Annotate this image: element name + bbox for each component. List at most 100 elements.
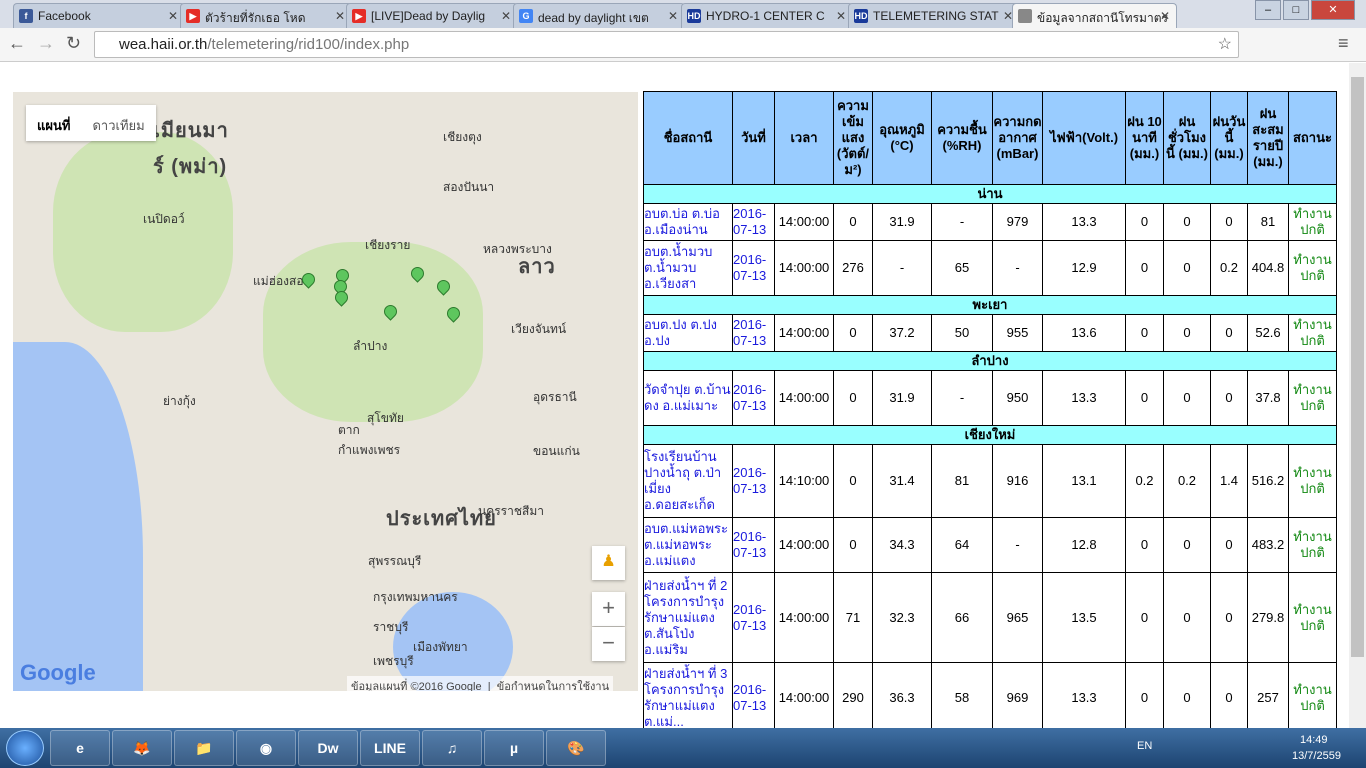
column-header: ชื่อสถานี — [643, 91, 733, 185]
column-header: ไฟฟ้า(Volt.) — [1042, 91, 1126, 185]
close-tab-icon[interactable]: ✕ — [836, 9, 846, 23]
column-header: ความเข้มแสง (วัตต์/ม²) — [833, 91, 873, 185]
reload-icon[interactable]: ↻ — [66, 33, 81, 54]
station-name-link[interactable]: ฝ่ายส่งน้ำฯ ที่ 3 โครงการบำรุงรักษาแม่แต… — [643, 662, 733, 733]
rainday-cell: 0 — [1210, 370, 1248, 426]
browser-tab[interactable]: HD HYDRO-1 CENTER C ✕ — [681, 3, 853, 28]
rain10-cell: 0 — [1125, 517, 1164, 573]
humidity-cell: 66 — [931, 572, 993, 663]
close-tab-icon[interactable]: ✕ — [335, 9, 345, 23]
status-cell: ทำงานปกติ — [1288, 314, 1337, 352]
browser-tab[interactable]: Gdead by daylight เขต ✕ — [513, 3, 685, 28]
map-place-label: เมียนมา — [153, 120, 229, 142]
station-name-link[interactable]: อบต.ปง ต.ปง อ.ปง — [643, 314, 733, 352]
taskbar: e 🦊 📁 ◉ Dw LINE ♫ µ 🎨 EN 14:49 13/7/2559 — [0, 728, 1366, 768]
browser-tab[interactable]: f Facebook ✕ — [13, 3, 185, 28]
column-header: เวลา — [774, 91, 834, 185]
pegman-icon[interactable]: ♟ — [592, 546, 625, 580]
time-cell: 14:00:00 — [774, 517, 834, 573]
date-cell: 2016-07-13 — [732, 314, 775, 352]
dreamweaver-taskbar-button[interactable]: Dw — [298, 730, 358, 766]
map-place-label: นครราชสีมา — [478, 504, 544, 518]
volt-cell: 13.6 — [1042, 314, 1126, 352]
star-icon[interactable]: ☆ — [1218, 34, 1232, 54]
rain10-cell: 0 — [1125, 662, 1164, 733]
time-cell: 14:00:00 — [774, 203, 834, 241]
station-name-link[interactable]: ฝ่ายส่งน้ำฯ ที่ 2 โครงการบำรุงรักษาแม่แต… — [643, 572, 733, 663]
station-name-link[interactable]: โรงเรียนบ้านปางน้ำถุ ต.ป่าเมี่ยง อ.ดอยสะ… — [643, 444, 733, 518]
station-name-link[interactable]: อบต.แม่หอพระ ต.แม่หอพระ อ.แม่แตง — [643, 517, 733, 573]
browser-tab[interactable]: HD TELEMETERING STAT ✕ — [848, 3, 1020, 28]
rainday-cell: 0 — [1210, 314, 1248, 352]
map-type-roadmap[interactable]: แผนที่ — [26, 105, 81, 141]
volt-cell: 12.8 — [1042, 517, 1126, 573]
clock-time[interactable]: 14:49 — [1300, 734, 1328, 746]
map-place-label: กรุงเทพมหานคร — [373, 590, 458, 604]
back-icon[interactable]: ← — [8, 33, 26, 54]
map-place-label: ย่างกุ้ง — [163, 394, 196, 408]
map-type-control: แผนที่ ดาวเทียม — [26, 105, 156, 141]
chrome-taskbar-button[interactable]: ◉ — [236, 730, 296, 766]
browser-tab[interactable]: ข้อมูลจากสถานีโทรมาตร ✕ — [1012, 3, 1177, 28]
utorrent-taskbar-button[interactable]: µ — [484, 730, 544, 766]
forward-icon[interactable]: → — [37, 33, 55, 54]
light-cell: 276 — [833, 240, 873, 296]
date-cell: 2016-07-13 — [732, 370, 775, 426]
map-place-label: เวียงจันทน์ — [511, 322, 567, 336]
humidity-cell: 58 — [931, 662, 993, 733]
minimize-window-button[interactable]: – — [1255, 0, 1281, 20]
tab-title: TELEMETERING STAT — [873, 9, 999, 23]
address-bar[interactable]: wea.haii.or.th/telemetering/rid100/index… — [94, 31, 1239, 58]
table-row: โรงเรียนบ้านปางน้ำถุ ต.ป่าเมี่ยง อ.ดอยสะ… — [643, 444, 1337, 518]
rainhour-cell: 0 — [1163, 517, 1211, 573]
close-window-button[interactable]: ✕ — [1311, 0, 1355, 20]
time-cell: 14:00:00 — [774, 572, 834, 663]
station-data-table: ชื่อสถานี วันที่ เวลา ความเข้มแสง (วัตต์/ม²… — [643, 91, 1337, 733]
column-header: ฝนวันนี้ (มม.) — [1210, 91, 1248, 185]
pressure-cell: 979 — [992, 203, 1043, 241]
close-tab-icon[interactable]: ✕ — [168, 9, 178, 23]
close-tab-icon[interactable]: ✕ — [501, 9, 511, 23]
scrollbar-thumb[interactable] — [1351, 77, 1364, 657]
station-name-link[interactable]: วัดจำปุย ต.บ้านดง อ.แม่เมาะ — [643, 370, 733, 426]
group-row: พะเยา — [643, 295, 1337, 315]
humidity-cell: 64 — [931, 517, 993, 573]
itunes-taskbar-button[interactable]: ♫ — [422, 730, 482, 766]
clock-date[interactable]: 13/7/2559 — [1292, 750, 1341, 762]
tab-title: HYDRO-1 CENTER C — [706, 9, 825, 23]
rainday-cell: 0 — [1210, 517, 1248, 573]
zoom-in-button[interactable]: + — [592, 592, 625, 626]
humidity-cell: 50 — [931, 314, 993, 352]
start-button[interactable] — [6, 730, 44, 766]
map-attribution: ข้อมูลแผนที่ ©2016 Google | ข้อกำหนดในกา… — [347, 676, 614, 691]
pressure-cell: - — [992, 517, 1043, 573]
browser-tab[interactable]: ▶ [LIVE]Dead by Daylig ✕ — [346, 3, 518, 28]
station-name-link[interactable]: อบต.บ่อ ต.บ่อ อ.เมืองน่าน — [643, 203, 733, 241]
line-taskbar-button[interactable]: LINE — [360, 730, 420, 766]
language-indicator[interactable]: EN — [1137, 740, 1152, 752]
station-name-link[interactable]: อบต.น้ำมวบ ต.น้ำมวบ อ.เวียงสา — [643, 240, 733, 296]
table-row: อบต.ปง ต.ปง อ.ปง 2016-07-13 14:00:00 0 37.2 5… — [643, 314, 1337, 352]
browser-tab[interactable]: ▶ ตัวร้ายที่รักเธอ โหด ✕ — [180, 3, 352, 28]
volt-cell: 13.3 — [1042, 662, 1126, 733]
pressure-cell: 969 — [992, 662, 1043, 733]
maximize-window-button[interactable]: □ — [1283, 0, 1309, 20]
temp-cell: 36.3 — [872, 662, 932, 733]
close-tab-icon[interactable]: ✕ — [668, 9, 678, 23]
rainyear-cell: 516.2 — [1247, 444, 1289, 518]
menu-icon[interactable]: ≡ — [1338, 33, 1349, 54]
map-type-satellite[interactable]: ดาวเทียม — [81, 105, 155, 141]
humidity-cell: 65 — [931, 240, 993, 296]
explorer-taskbar-button[interactable]: 📁 — [174, 730, 234, 766]
rainyear-cell: 404.8 — [1247, 240, 1289, 296]
close-tab-icon[interactable]: ✕ — [1160, 9, 1170, 23]
map[interactable]: เมียนมา ร์ (พม่า) ลาว ประเทศไทย เนปิดอว์ เชีย… — [13, 92, 638, 691]
column-header: ฝน 10 นาที (มม.) — [1125, 91, 1164, 185]
firefox-taskbar-button[interactable]: 🦊 — [112, 730, 172, 766]
terms-link[interactable]: ข้อกำหนดในการใช้งาน — [497, 681, 609, 691]
ie-taskbar-button[interactable]: e — [50, 730, 110, 766]
paint-taskbar-button[interactable]: 🎨 — [546, 730, 606, 766]
date-cell: 2016-07-13 — [732, 203, 775, 241]
zoom-out-button[interactable]: − — [592, 627, 625, 661]
scrollbar[interactable] — [1349, 63, 1366, 728]
